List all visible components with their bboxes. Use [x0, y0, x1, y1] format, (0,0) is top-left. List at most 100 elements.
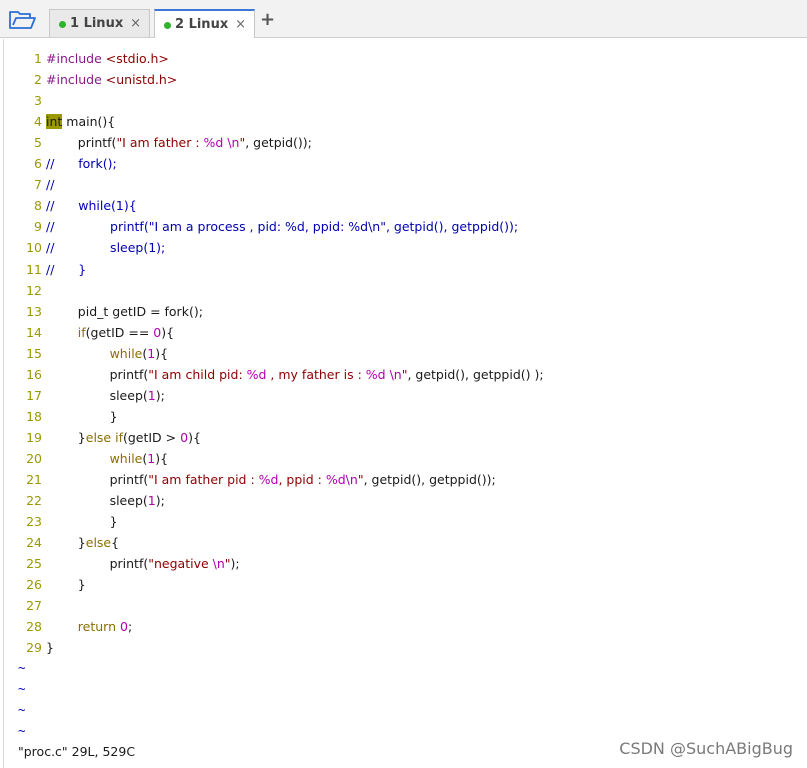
- line-number: 18: [26, 408, 42, 424]
- line-number: 28: [26, 619, 42, 635]
- line-number: 13: [26, 303, 42, 319]
- code-token: printf(: [46, 366, 149, 382]
- code-token: sleep(: [46, 387, 148, 403]
- code-token: printf(: [46, 556, 149, 572]
- code-token: , ppid :: [278, 472, 326, 487]
- code-token: else if: [85, 429, 123, 445]
- code-token: // while(1){: [46, 198, 137, 214]
- line-number: 25: [26, 556, 42, 572]
- code-token: \n: [389, 366, 402, 382]
- code-token: (getID >: [122, 429, 181, 445]
- code-token: , getpid(), getppid());: [363, 472, 496, 487]
- code-token: if: [77, 324, 86, 340]
- tilde-line: ~: [18, 702, 26, 717]
- watermark: CSDN @SuchABigBug: [619, 739, 793, 758]
- code-text: pid_t getID = fork();: [46, 301, 203, 322]
- code-token: sleep(: [46, 493, 148, 509]
- code-text: int main(){: [46, 111, 115, 132]
- tab-label: 1 Linux: [70, 16, 124, 31]
- code-token: return: [77, 619, 117, 635]
- line-number: 19: [26, 429, 42, 445]
- code-text: #include <stdio.h>: [46, 48, 169, 69]
- code-token: \n: [227, 135, 240, 151]
- code-token: else: [85, 535, 112, 551]
- code-token: %d: [246, 366, 267, 382]
- line-number: 7: [34, 177, 42, 193]
- code-token: printf(: [46, 472, 149, 487]
- code-text: printf("I am child pid: %d , my father i…: [46, 364, 544, 385]
- line-number: 3: [34, 93, 42, 109]
- code-text: sleep(1);: [46, 385, 165, 406]
- code-text: }: [46, 406, 118, 427]
- code-token: main(){: [62, 114, 116, 130]
- code-text: // while(1){: [46, 195, 137, 216]
- code-token: <stdio.h>: [105, 51, 169, 66]
- line-number: 24: [26, 535, 42, 551]
- code-text: }else{: [46, 532, 119, 553]
- code-text: sleep(1);: [46, 490, 165, 511]
- code-text: return 0;: [46, 616, 132, 637]
- code-token: %d: [203, 135, 224, 151]
- line-number: 2: [34, 72, 42, 88]
- code-token: }: [46, 514, 118, 530]
- code-token: ){: [155, 450, 169, 466]
- tilde-line: ~: [18, 723, 26, 738]
- tab-bar: 1 Linux × 2 Linux × +: [0, 0, 807, 38]
- code-token: <unistd.h>: [105, 72, 178, 88]
- line-number: 16: [26, 366, 42, 382]
- code-token: );: [155, 493, 165, 509]
- code-token: #include: [46, 72, 106, 88]
- code-text: // }: [46, 259, 86, 280]
- folder-open-icon[interactable]: [8, 9, 38, 31]
- tab-1-linux[interactable]: 1 Linux ×: [49, 9, 150, 37]
- code-token: pid_t getID = fork();: [46, 303, 203, 319]
- line-number: 22: [26, 493, 42, 509]
- terminal-editor[interactable]: 1 #include <stdio.h> 2 #include <unistd.h> 3…: [3, 39, 807, 768]
- code-token: #include: [46, 51, 106, 66]
- code-text: while(1){: [46, 343, 168, 364]
- line-number: 20: [26, 450, 42, 466]
- code-token: %d: [365, 366, 386, 382]
- close-icon[interactable]: ×: [130, 16, 141, 31]
- code-token: ){: [161, 324, 175, 340]
- code-text: }: [46, 574, 86, 595]
- code-token: , my father is :: [266, 366, 366, 382]
- close-icon[interactable]: ×: [235, 17, 246, 32]
- line-number: 9: [34, 219, 42, 235]
- line-number: 11: [26, 261, 42, 277]
- connected-status-icon: [164, 22, 171, 29]
- code-text: if(getID == 0){: [46, 322, 174, 343]
- code-token: // printf("I am a process , pid: %d, ppi…: [46, 219, 519, 235]
- code-token: }: [46, 535, 86, 551]
- code-text: }: [46, 511, 118, 532]
- code-token: 0: [180, 429, 189, 445]
- code-token: (getID ==: [85, 324, 154, 340]
- code-token: );: [155, 387, 165, 403]
- line-number: 6: [34, 156, 42, 172]
- line-number: 17: [26, 387, 42, 403]
- line-number: 1: [34, 51, 42, 66]
- code-token: }: [46, 408, 118, 424]
- line-number: 10: [26, 240, 42, 256]
- plus-icon[interactable]: +: [260, 11, 275, 29]
- code-token: // sleep(1);: [46, 240, 166, 256]
- line-number: 23: [26, 514, 42, 530]
- tab-2-linux[interactable]: 2 Linux ×: [154, 9, 255, 38]
- code-token: 1: [147, 493, 156, 509]
- line-number: 5: [34, 135, 42, 151]
- code-token: %d: [258, 472, 279, 487]
- code-text: // printf("I am a process , pid: %d, ppi…: [46, 216, 518, 237]
- line-number: 15: [26, 345, 42, 361]
- code-token: , getpid());: [245, 135, 312, 151]
- tilde-line: ~: [18, 660, 26, 675]
- line-number: 29: [26, 640, 42, 656]
- code-token: // }: [46, 261, 87, 277]
- code-token: %d\n: [325, 472, 358, 487]
- code-token: ){: [188, 429, 201, 445]
- line-number: 12: [26, 282, 42, 298]
- code-token: ){: [155, 345, 169, 361]
